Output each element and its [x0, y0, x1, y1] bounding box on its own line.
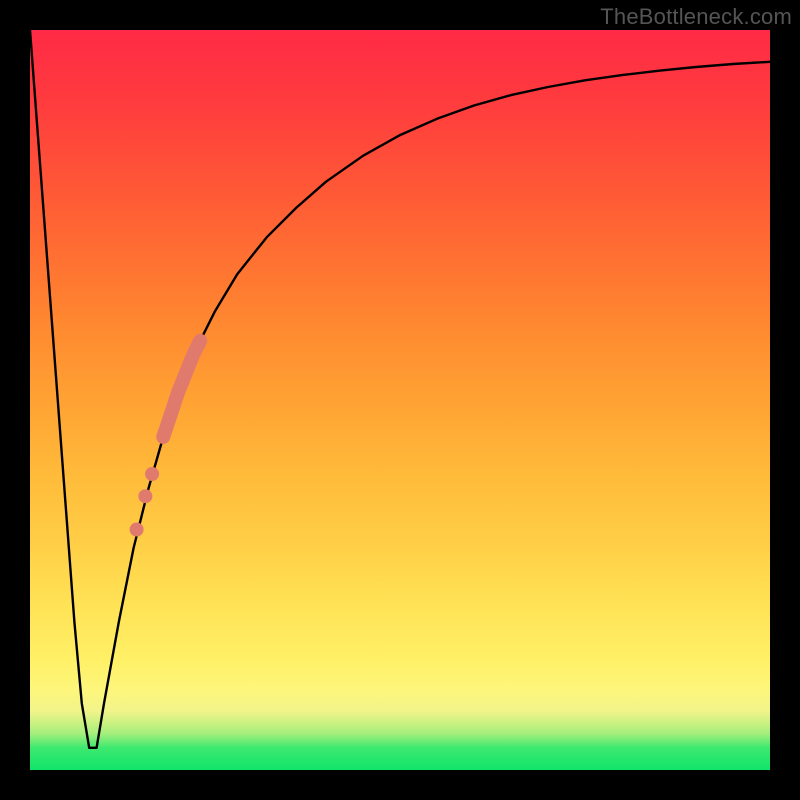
marker-dot — [145, 467, 159, 481]
bottleneck-curve — [30, 30, 770, 748]
chart-frame: TheBottleneck.com — [0, 0, 800, 800]
confidence-band — [163, 341, 200, 437]
watermark-text: TheBottleneck.com — [600, 4, 792, 30]
chart-plot-area — [30, 30, 770, 770]
marker-dot — [130, 523, 144, 537]
chart-svg — [30, 30, 770, 770]
marker-dot — [138, 489, 152, 503]
marker-dots — [130, 467, 160, 537]
